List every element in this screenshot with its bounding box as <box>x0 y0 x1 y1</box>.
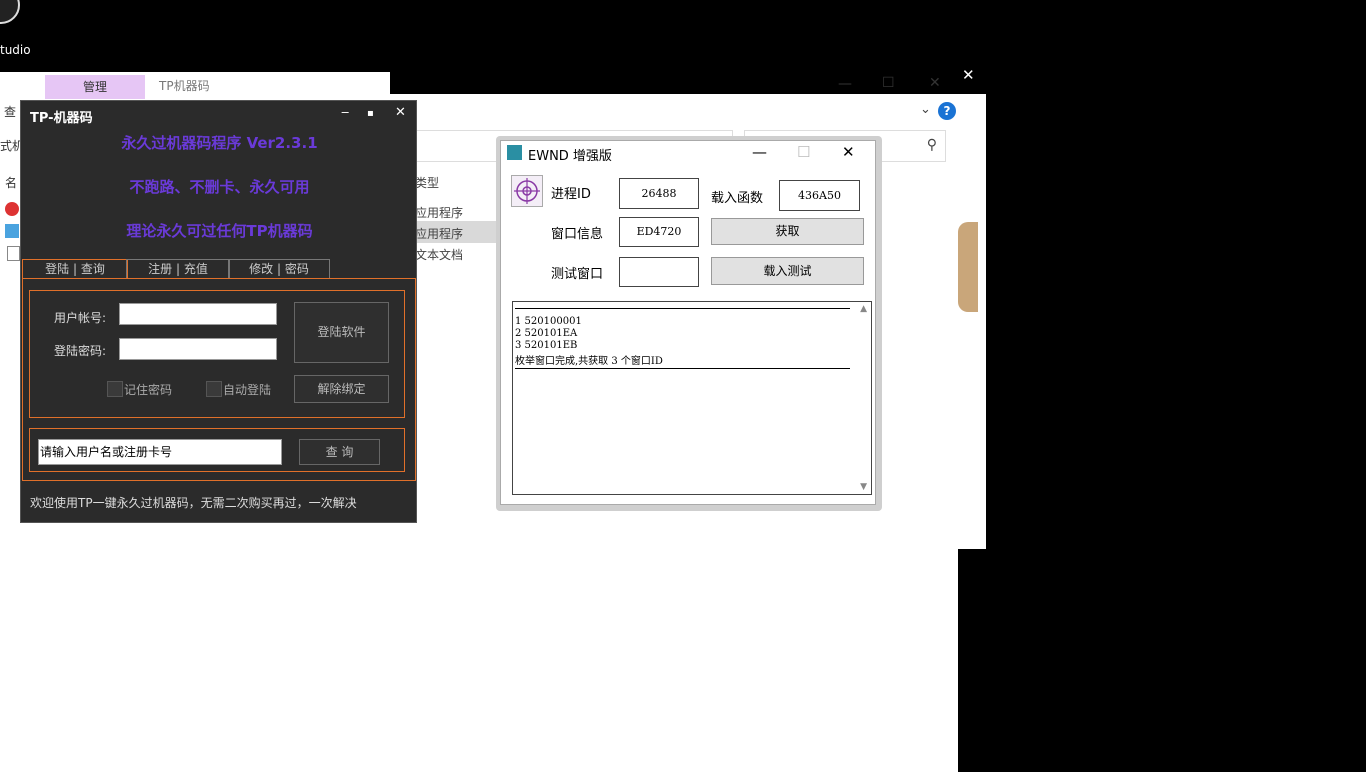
tp-window: TP-机器码 ‒ ▪ ✕ 永久过机器码程序 Ver2.3.1 不跑路、不删卡、永… <box>20 100 417 523</box>
tab-modify-password[interactable]: 修改 | 密码 <box>228 259 330 278</box>
tab-login-query[interactable]: 登陆 | 查询 <box>22 259 128 278</box>
log-line: 2 520101EA <box>515 328 578 339</box>
query-button[interactable]: 查 询 <box>299 439 380 465</box>
load-function-field[interactable]: 436A50 <box>779 180 860 211</box>
account-input[interactable] <box>119 303 277 325</box>
pid-field[interactable]: 26488 <box>619 178 699 209</box>
ewnd-window-title: EWND 增强版 <box>528 149 612 164</box>
help-icon[interactable]: ? <box>938 102 956 120</box>
ewnd-window: EWND 增强版 — ☐ ✕ 进程ID 26488 载入函数 436A50 窗口… <box>500 140 876 505</box>
password-label: 登陆密码: <box>54 344 107 358</box>
remember-label: 记住密码 <box>124 383 173 397</box>
list-item-type[interactable]: 应用程序 <box>415 204 463 221</box>
tp-window-title: TP-机器码 <box>30 111 93 126</box>
password-input[interactable] <box>119 338 277 360</box>
pid-label: 进程ID <box>551 187 591 202</box>
file-icon <box>5 224 19 238</box>
ewnd-maximize-button[interactable]: ☐ <box>797 143 810 161</box>
tab-register-recharge[interactable]: 注册 | 充值 <box>126 259 230 278</box>
login-button[interactable]: 登陆软件 <box>294 302 389 363</box>
test-window-field[interactable] <box>619 257 699 287</box>
log-line: 枚举窗口完成,共获取 3 个窗口ID <box>515 356 663 367</box>
tp-footer-text: 欢迎使用TP一键永久过机器码，无需二次购买再过，一次解决 <box>30 496 357 510</box>
character-image <box>958 222 978 312</box>
file-icon <box>5 202 19 216</box>
account-label: 用户帐号: <box>54 311 107 325</box>
explorer-maximize-button[interactable]: ☐ <box>882 75 895 91</box>
ewnd-close-button[interactable]: ✕ <box>842 143 855 161</box>
log-divider <box>515 368 850 369</box>
window-info-label: 窗口信息 <box>551 227 604 242</box>
outer-close-button[interactable]: ✕ <box>962 66 975 84</box>
tp-close-button[interactable]: ✕ <box>395 105 406 120</box>
load-test-button[interactable]: 载入测试 <box>711 257 864 285</box>
explorer-minimize-button[interactable]: — <box>838 76 852 92</box>
explorer-left-text-3: 名 <box>5 176 18 190</box>
get-button[interactable]: 获取 <box>711 218 864 245</box>
query-group: 请输入用户名或注册卡号 查 询 <box>29 428 405 472</box>
tp-maximize-button[interactable]: ▪ <box>367 108 374 119</box>
scroll-down-icon[interactable]: ▼ <box>860 482 867 492</box>
tp-headline-promise: 不跑路、不删卡、永久可用 <box>129 178 310 196</box>
explorer-close-button[interactable]: ✕ <box>929 75 941 91</box>
unbind-button[interactable]: 解除绑定 <box>294 375 389 403</box>
document-icon <box>7 246 20 261</box>
search-icon: ⚲ <box>926 137 937 153</box>
list-item-type[interactable]: 文本文档 <box>415 246 463 263</box>
log-line: 1 520100001 <box>515 316 582 327</box>
log-output[interactable]: 1 520100001 2 520101EA 3 520101EB 枚举窗口完成… <box>512 301 872 495</box>
ewnd-app-icon <box>507 145 522 160</box>
log-divider <box>515 308 850 309</box>
scroll-up-icon[interactable]: ▲ <box>860 304 867 314</box>
remember-checkbox[interactable] <box>107 381 123 397</box>
autologin-checkbox[interactable] <box>206 381 222 397</box>
ewnd-minimize-button[interactable]: — <box>752 143 767 161</box>
tp-headline-version: 永久过机器码程序 Ver2.3.1 <box>121 134 318 152</box>
log-line: 3 520101EB <box>515 340 578 351</box>
explorer-left-text-1: 查 <box>4 105 17 119</box>
query-input[interactable]: 请输入用户名或注册卡号 <box>38 439 282 465</box>
app-logo-icon <box>0 0 20 24</box>
list-item-type[interactable]: 应用程序 <box>415 225 463 242</box>
test-window-label: 测试窗口 <box>551 267 604 282</box>
tp-minimize-button[interactable]: ‒ <box>341 105 349 120</box>
chevron-down-icon[interactable]: ⌄ <box>920 102 931 117</box>
tp-tab-bar: 登陆 | 查询 注册 | 充值 修改 | 密码 <box>22 259 417 279</box>
desktop-icon-label: tudio <box>0 43 31 57</box>
background-window-titlebar <box>390 56 986 94</box>
autologin-label: 自动登陆 <box>223 383 272 397</box>
load-function-label: 载入函数 <box>711 191 764 206</box>
window-info-field[interactable]: ED4720 <box>619 217 699 247</box>
crosshair-target-icon[interactable] <box>511 175 543 207</box>
tp-headline-claim: 理论永久可过任何TP机器码 <box>126 222 313 240</box>
explorer-window-title: TP机器码 <box>159 79 210 93</box>
column-header-type[interactable]: 类型 <box>415 174 439 191</box>
login-group: 用户帐号: 登陆密码: 登陆软件 记住密码 自动登陆 解除绑定 <box>29 290 405 418</box>
ribbon-tab-manage[interactable]: 管理 <box>45 75 145 99</box>
background-window-edge <box>958 94 986 549</box>
desktop-white-area <box>0 520 958 772</box>
desktop-app-icon[interactable]: tudio <box>0 0 44 62</box>
